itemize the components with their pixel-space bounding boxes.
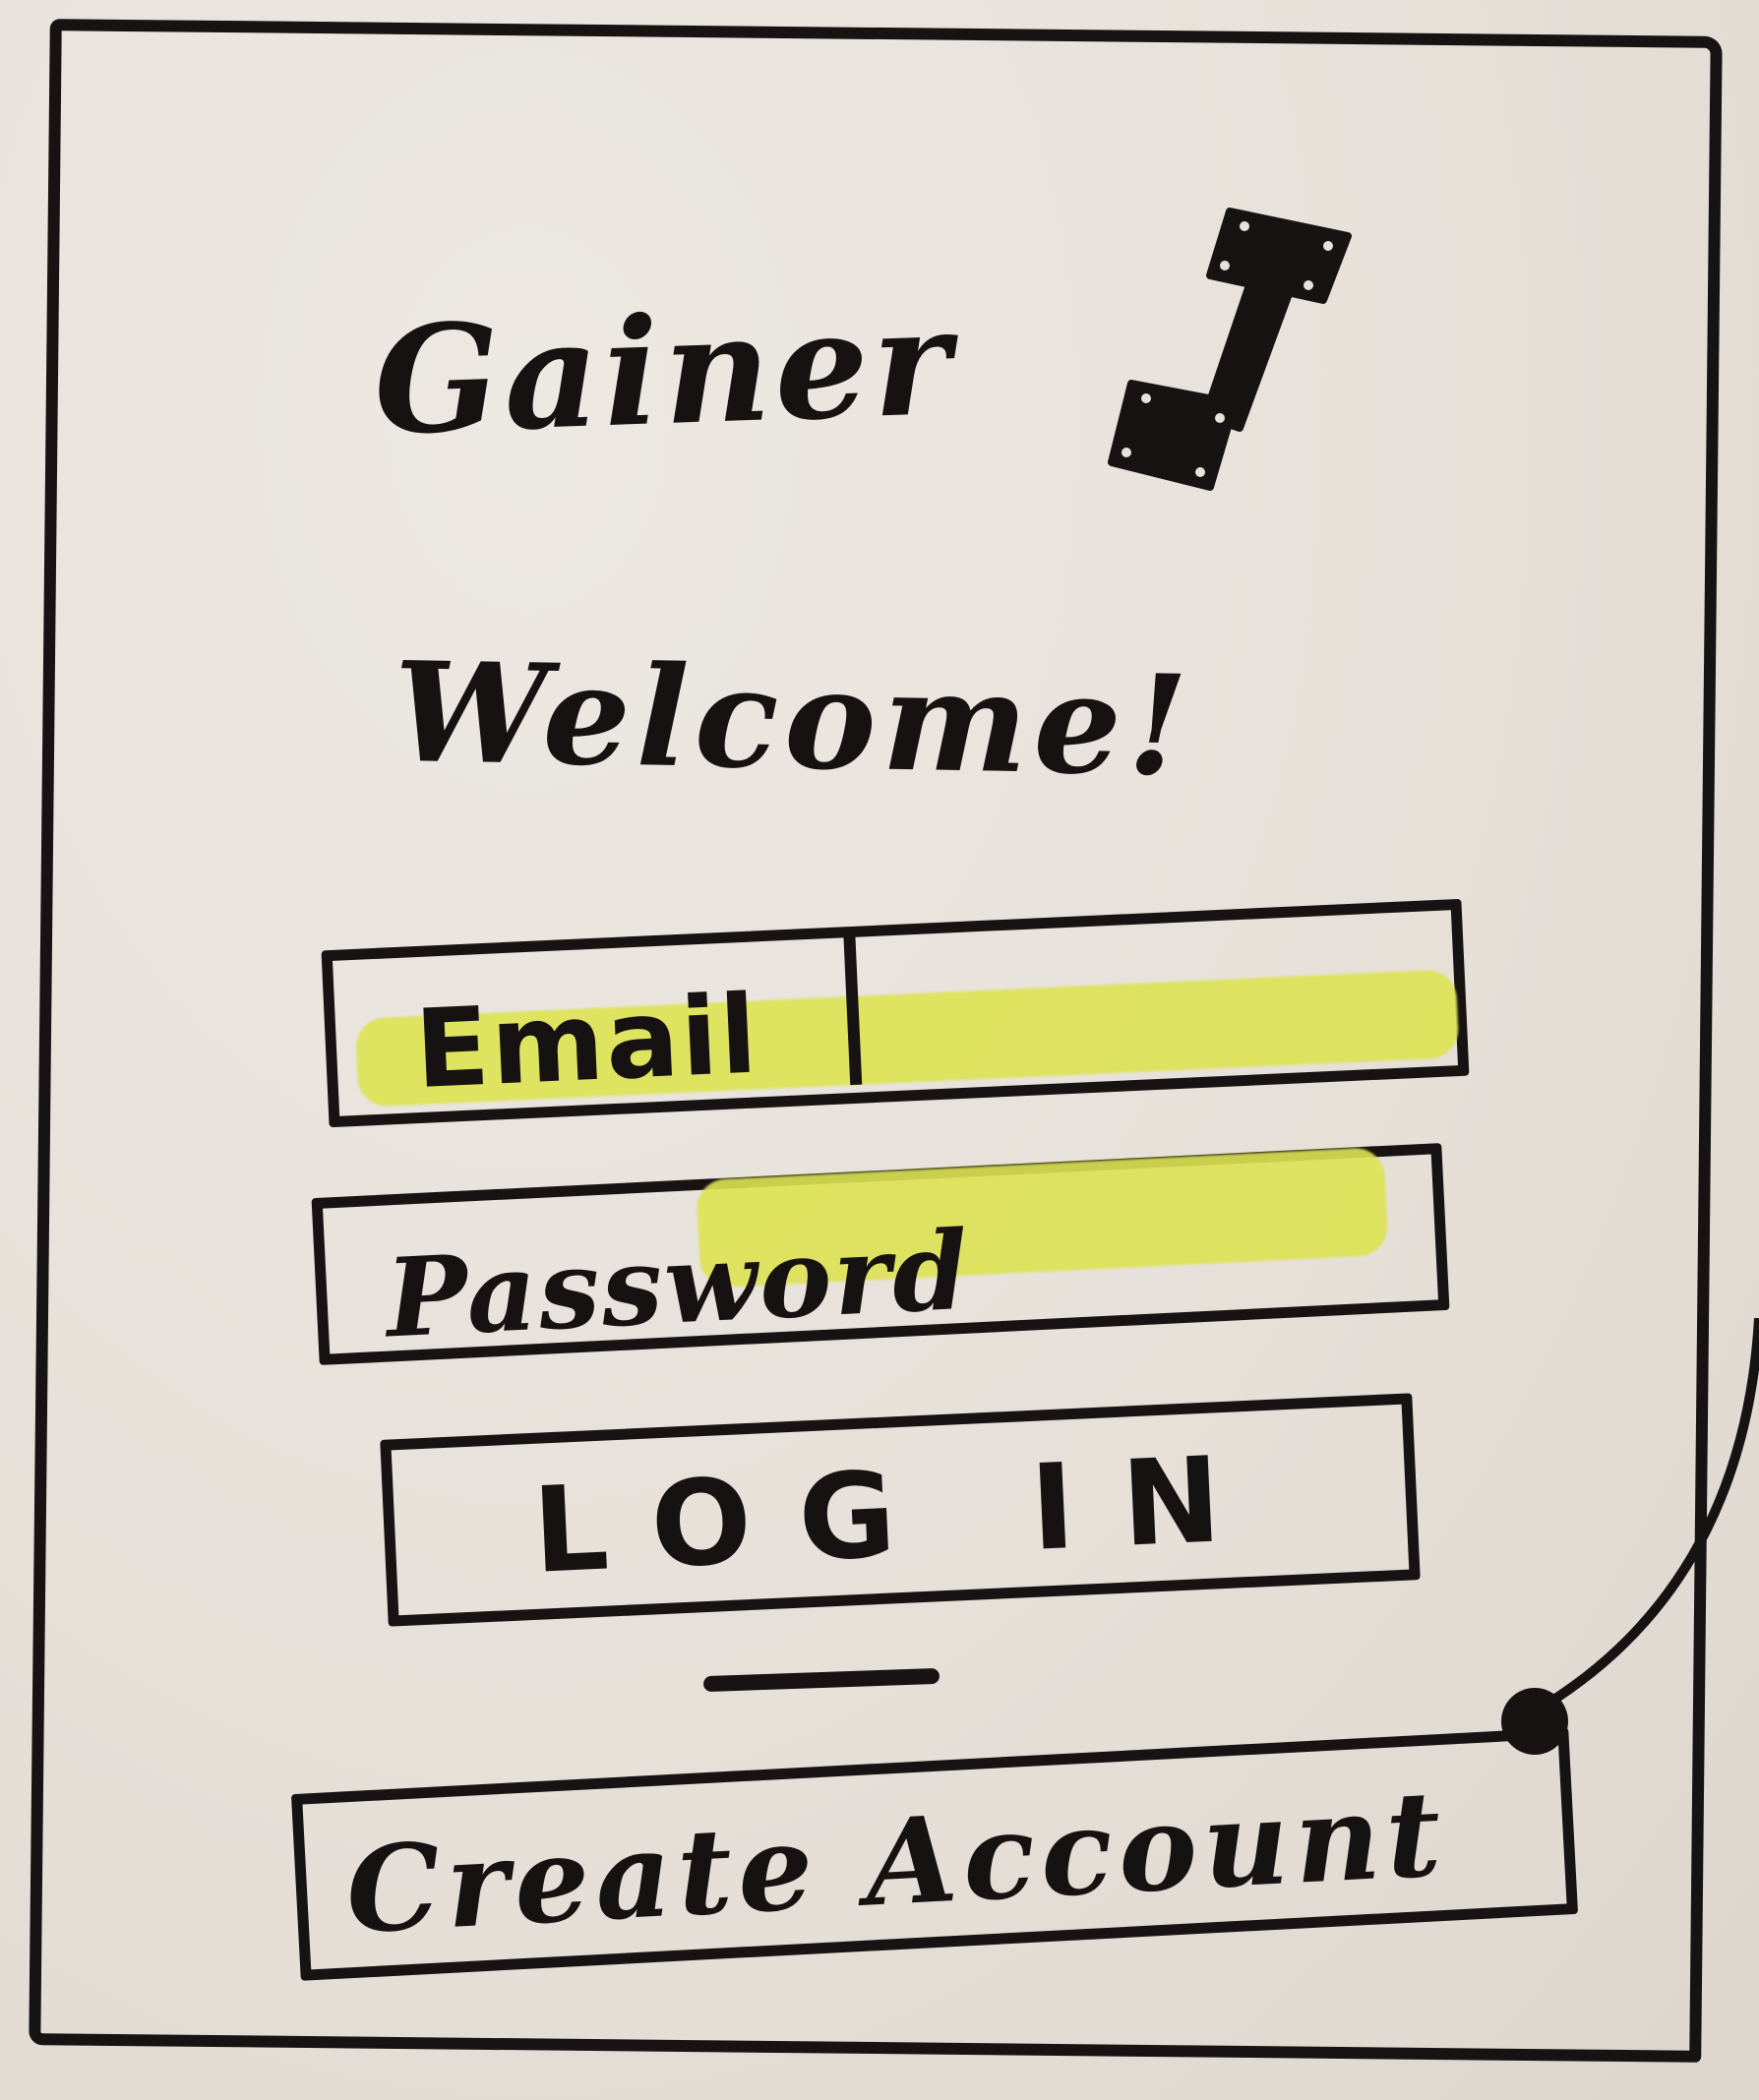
email-label: Email [412,971,762,1113]
flow-connector-line [1501,1318,1759,1755]
app-title: Gainer [371,274,957,469]
login-button-label: LOG IN [529,1430,1271,1600]
welcome-heading: Welcome! [392,631,1195,809]
dumbbell-icon [1108,208,1352,491]
